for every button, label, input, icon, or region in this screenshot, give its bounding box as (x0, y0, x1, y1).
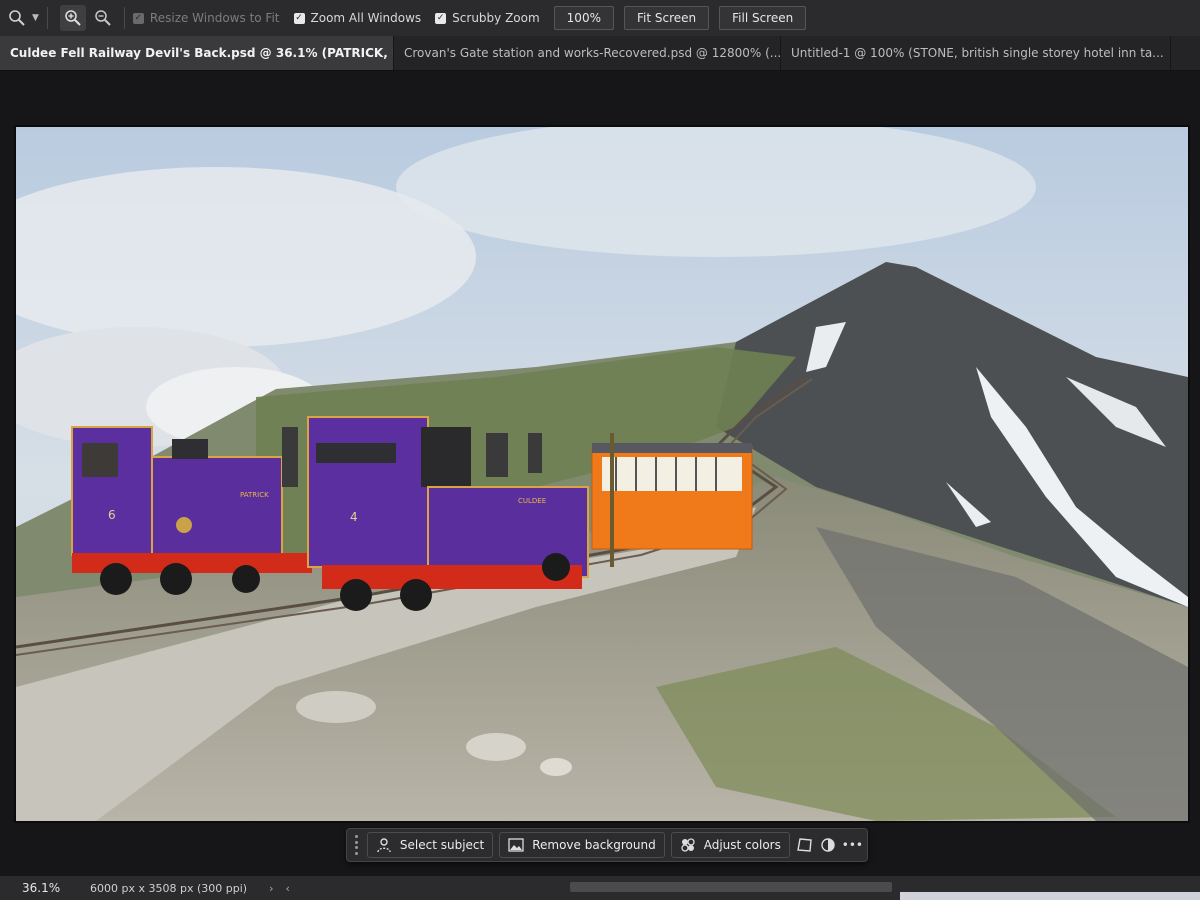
options-bar: ▼ ✓ Resize Windows to Fit ✓ Zoom All Win… (0, 0, 1200, 36)
rock (540, 758, 572, 776)
tab-crovans-gate[interactable]: Crovan's Gate station and works-Recovere… (394, 36, 781, 70)
zoom-in-icon (65, 10, 81, 26)
remove-background-label: Remove background (532, 838, 656, 852)
fill-screen-button[interactable]: Fill Screen (719, 6, 807, 30)
zoom-all-windows-checkbox[interactable]: ✓ Zoom All Windows (293, 11, 422, 25)
color-dots-icon (681, 838, 695, 852)
rock (296, 691, 376, 723)
zoom-level-field[interactable]: 36.1% (0, 881, 72, 895)
chevron-down-icon[interactable]: ▼ (32, 13, 39, 23)
nameplate: PATRICK (240, 491, 269, 499)
nameplate: CULDEE (518, 497, 546, 505)
zoom-in-button[interactable] (59, 5, 86, 31)
zoom-out-button[interactable] (90, 5, 116, 31)
horizontal-scrollbar[interactable] (570, 882, 892, 892)
tab-label: Untitled-1 @ 100% (STONE, british single… (791, 46, 1164, 60)
checkbox-icon: ✓ (132, 12, 144, 24)
railway-artwork: 6 PATRICK 4 CULDEE (16, 127, 1188, 821)
fit-screen-button[interactable]: Fit Screen (623, 6, 710, 30)
tab-label: Crovan's Gate station and works-Recovere… (404, 46, 781, 60)
document-tabs: Culdee Fell Railway Devil's Back.psd @ 3… (0, 36, 1200, 71)
chevron-right-icon[interactable]: › (269, 882, 273, 895)
document-canvas[interactable]: 6 PATRICK 4 CULDEE (14, 125, 1190, 823)
loco-number: 6 (108, 508, 116, 522)
adjust-colors-label: Adjust colors (703, 838, 781, 852)
select-subject-button[interactable]: Select subject (366, 832, 494, 858)
image-icon (508, 838, 524, 852)
chevron-left-icon[interactable]: ‹ (285, 882, 289, 895)
desktop-taskbar-strip (900, 892, 1200, 900)
orange-coach (591, 443, 753, 550)
tool-preset-picker[interactable]: ▼ (0, 3, 39, 33)
divider (123, 7, 125, 29)
mask-icon[interactable] (819, 833, 838, 857)
zoom-100-button[interactable]: 100% (553, 6, 614, 30)
more-options-icon[interactable]: ••• (842, 833, 863, 857)
divider (46, 7, 48, 29)
tab-culdee-fell[interactable]: Culdee Fell Railway Devil's Back.psd @ 3… (0, 36, 394, 70)
resize-windows-label: Resize Windows to Fit (149, 11, 280, 25)
zoom-tool-icon[interactable] (4, 5, 30, 31)
zoom-all-windows-label: Zoom All Windows (310, 11, 422, 25)
status-bar: 36.1% 6000 px x 3508 px (300 ppi) › ‹ (0, 876, 1200, 900)
select-subject-label: Select subject (399, 838, 485, 852)
person-select-icon (377, 838, 391, 853)
scrubby-zoom-label: Scrubby Zoom (452, 11, 540, 25)
drag-handle[interactable] (353, 835, 361, 855)
transform-icon[interactable] (796, 833, 815, 857)
checkbox-icon: ✓ (435, 12, 447, 24)
rock (466, 733, 526, 761)
adjust-colors-button[interactable]: Adjust colors (670, 832, 790, 858)
contextual-task-bar: Select subject Remove background Adjust … (346, 828, 868, 862)
canvas-area[interactable]: 6 PATRICK 4 CULDEE (0, 71, 1200, 876)
tab-label: Culdee Fell Railway Devil's Back.psd @ 3… (10, 46, 393, 60)
tab-untitled-1[interactable]: Untitled-1 @ 100% (STONE, british single… (781, 36, 1171, 70)
resize-windows-checkbox[interactable]: ✓ Resize Windows to Fit (132, 11, 280, 25)
document-info: 6000 px x 3508 px (300 ppi) (90, 881, 248, 895)
zoom-out-icon (95, 10, 111, 26)
scrubby-zoom-checkbox[interactable]: ✓ Scrubby Zoom (435, 11, 540, 25)
crest-icon (176, 517, 192, 533)
remove-background-button[interactable]: Remove background (499, 832, 665, 858)
checkbox-icon: ✓ (293, 12, 305, 24)
loco-number: 4 (350, 510, 358, 524)
